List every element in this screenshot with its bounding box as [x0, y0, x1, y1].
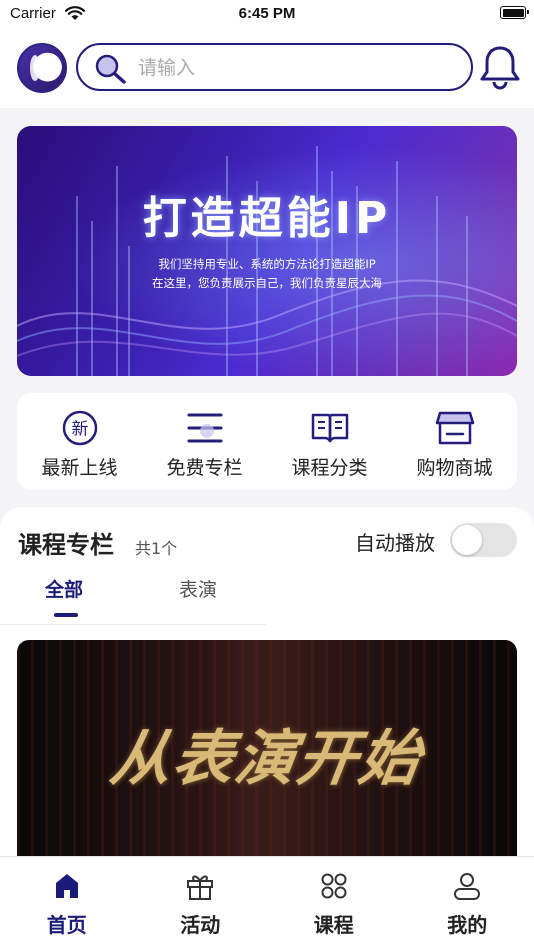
tab-bar-label-activity: 活动	[180, 913, 221, 937]
tab-bar-activity[interactable]: 活动	[134, 857, 268, 950]
search-bar[interactable]	[76, 43, 473, 91]
course-tabs: 全部 表演	[0, 569, 534, 624]
toggle-knob	[452, 525, 482, 555]
app-logo[interactable]	[17, 43, 67, 93]
store-icon	[435, 411, 474, 445]
new-badge-icon: 新	[62, 410, 97, 446]
section-count: 共1个	[135, 539, 178, 558]
list-icon	[187, 413, 222, 443]
tab-bar-label-profile: 我的	[447, 913, 488, 937]
autoplay-toggle[interactable]	[450, 523, 517, 557]
quick-label-new: 最新上线	[41, 457, 118, 479]
tab-bar-profile[interactable]: 我的	[401, 857, 534, 950]
tab-bar-home[interactable]: 首页	[0, 857, 134, 950]
quick-item-free[interactable]: 免费专栏	[142, 393, 267, 490]
course-video-card[interactable]: 从表演开始	[17, 640, 517, 870]
quick-label-shop: 购物商城	[416, 457, 493, 479]
quick-item-category[interactable]: 课程分类	[267, 393, 392, 490]
tab-bar-label-course: 课程	[313, 913, 354, 937]
bottom-tab-bar: 首页 活动 课程 我的	[0, 856, 534, 950]
bell-icon[interactable]	[478, 44, 522, 90]
tab-active-indicator	[54, 613, 78, 617]
banner-light-lines	[17, 146, 517, 376]
autoplay-label: 自动播放	[355, 531, 435, 555]
header	[0, 30, 534, 108]
course-section: 课程专栏 共1个 自动播放 全部 表演 从表演开始	[0, 507, 534, 870]
tab-bar-course[interactable]: 课程	[267, 857, 401, 950]
banner-subtitle-1: 我们坚持用专业、系统的方法论打造超能IP	[158, 257, 376, 271]
svg-text:新: 新	[71, 420, 88, 440]
quick-menu: 新 最新上线 免费专栏 课程分类 购物商城	[17, 393, 517, 490]
banner-title: 打造超能IP	[142, 193, 392, 244]
section-title: 课程专栏	[18, 531, 114, 559]
banner-subtitle-2: 在这里，您负责展示自己，我们负责星辰大海	[152, 276, 382, 290]
video-title: 从表演开始	[106, 724, 427, 794]
quick-label-category: 课程分类	[291, 457, 368, 479]
app-screen: Carrier 6:45 PM 请输入 打造超能IP 我们坚持用专业、系统的方法…	[0, 0, 534, 950]
quick-item-new[interactable]: 新 最新上线	[17, 393, 142, 490]
quick-item-shop[interactable]: 购物商城	[392, 393, 517, 490]
gift-icon	[187, 875, 214, 900]
tabs-divider	[0, 624, 266, 625]
search-icon	[95, 54, 126, 84]
battery-icon	[500, 6, 529, 19]
grid-icon	[321, 873, 347, 899]
tab-all[interactable]: 全部	[45, 575, 83, 602]
home-icon	[55, 874, 78, 898]
tab-performance[interactable]: 表演	[179, 575, 217, 602]
clock: 6:45 PM	[238, 5, 296, 22]
book-icon	[311, 413, 348, 443]
promo-banner[interactable]: 打造超能IP 我们坚持用专业、系统的方法论打造超能IP 在这里，您负责展示自己，…	[17, 126, 517, 376]
status-bar: Carrier 6:45 PM	[0, 0, 534, 30]
search-input[interactable]	[136, 54, 440, 82]
user-icon	[454, 873, 481, 900]
quick-label-free: 免费专栏	[166, 457, 243, 479]
tab-bar-label-home: 首页	[46, 913, 87, 937]
